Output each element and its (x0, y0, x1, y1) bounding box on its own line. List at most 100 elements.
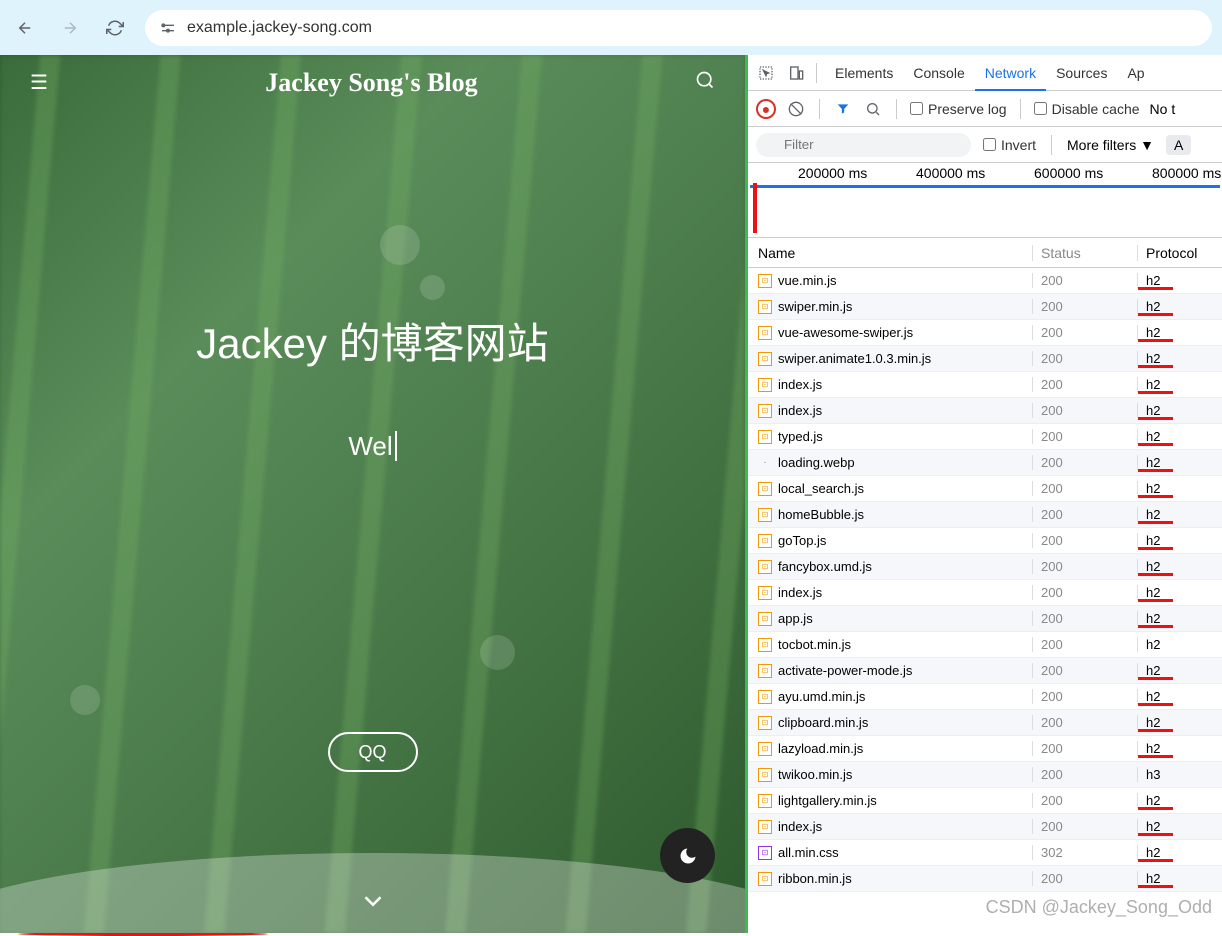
table-row[interactable]: ⊡lightgallery.min.js200h2 (748, 788, 1222, 814)
forward-button[interactable] (55, 13, 85, 43)
js-file-icon: ⊡ (758, 820, 772, 834)
dark-mode-button[interactable] (660, 828, 715, 883)
protocol-value: h2 (1138, 819, 1222, 834)
protocol-value: h2 (1138, 559, 1222, 574)
filter-toggle-icon[interactable] (833, 99, 853, 119)
table-row[interactable]: ⊡typed.js200h2 (748, 424, 1222, 450)
table-row[interactable]: ·loading.webp200h2 (748, 450, 1222, 476)
search-icon[interactable] (695, 70, 715, 96)
inspect-icon[interactable] (753, 60, 778, 85)
col-protocol[interactable]: Protocol (1138, 245, 1222, 261)
table-row[interactable]: ⊡swiper.min.js200h2 (748, 294, 1222, 320)
js-file-icon: ⊡ (758, 300, 772, 314)
tab-elements[interactable]: Elements (825, 57, 903, 89)
protocol-value: h3 (1138, 767, 1222, 782)
search-icon[interactable] (863, 99, 883, 119)
all-filter[interactable]: A (1166, 135, 1191, 155)
table-row[interactable]: ⊡ayu.umd.min.js200h2 (748, 684, 1222, 710)
js-file-icon: ⊡ (758, 638, 772, 652)
protocol-value: h2 (1138, 637, 1222, 652)
table-header: Name Status Protocol (748, 238, 1222, 268)
table-row[interactable]: ⊡ribbon.min.js200h2 (748, 866, 1222, 892)
file-name: clipboard.min.js (778, 715, 868, 730)
more-filters-button[interactable]: More filters ▼ (1067, 137, 1154, 153)
reload-button[interactable] (100, 13, 130, 43)
preserve-log-checkbox[interactable]: Preserve log (910, 101, 1007, 117)
js-file-icon: ⊡ (758, 872, 772, 886)
file-name: loading.webp (778, 455, 855, 470)
device-icon[interactable] (783, 60, 808, 85)
protocol-value: h2 (1138, 611, 1222, 626)
table-row[interactable]: ⊡local_search.js200h2 (748, 476, 1222, 502)
table-row[interactable]: ⊡fancybox.umd.js200h2 (748, 554, 1222, 580)
status-value: 200 (1033, 351, 1138, 366)
table-row[interactable]: ⊡index.js200h2 (748, 372, 1222, 398)
file-name: app.js (778, 611, 813, 626)
hero-title: Jackey 的博客网站 (0, 310, 745, 371)
record-icon[interactable]: ● (756, 99, 776, 119)
file-name: swiper.animate1.0.3.min.js (778, 351, 931, 366)
protocol-value: h2 (1138, 325, 1222, 340)
protocol-value: h2 (1138, 533, 1222, 548)
table-row[interactable]: ⊡all.min.css302h2 (748, 840, 1222, 866)
file-name: tocbot.min.js (778, 637, 851, 652)
table-row[interactable]: ⊡activate-power-mode.js200h2 (748, 658, 1222, 684)
invert-checkbox[interactable]: Invert (983, 137, 1036, 153)
js-file-icon: ⊡ (758, 716, 772, 730)
timeline-label: 600000 ms (1034, 165, 1103, 181)
table-row[interactable]: ⊡clipboard.min.js200h2 (748, 710, 1222, 736)
table-row[interactable]: ⊡index.js200h2 (748, 398, 1222, 424)
status-value: 200 (1033, 507, 1138, 522)
status-value: 200 (1033, 455, 1138, 470)
tab-ap[interactable]: Ap (1117, 57, 1154, 89)
qq-button[interactable]: QQ (328, 732, 418, 772)
protocol-value: h2 (1138, 663, 1222, 678)
page-content: ☰ Jackey Song's Blog Jackey 的博客网站 Wel QQ (0, 55, 745, 933)
protocol-value: h2 (1138, 273, 1222, 288)
col-name[interactable]: Name (748, 245, 1033, 261)
tab-sources[interactable]: Sources (1046, 57, 1117, 89)
tab-console[interactable]: Console (903, 57, 974, 89)
table-row[interactable]: ⊡tocbot.min.js200h2 (748, 632, 1222, 658)
status-value: 200 (1033, 793, 1138, 808)
table-row[interactable]: ⊡app.js200h2 (748, 606, 1222, 632)
back-button[interactable] (10, 13, 40, 43)
table-row[interactable]: ⊡lazyload.min.js200h2 (748, 736, 1222, 762)
table-row[interactable]: ⊡goTop.js200h2 (748, 528, 1222, 554)
js-file-icon: ⊡ (758, 768, 772, 782)
status-value: 200 (1033, 715, 1138, 730)
disable-cache-checkbox[interactable]: Disable cache (1034, 101, 1140, 117)
scroll-down-icon[interactable] (358, 886, 388, 923)
tab-network[interactable]: Network (975, 57, 1046, 91)
js-file-icon: ⊡ (758, 586, 772, 600)
protocol-value: h2 (1138, 741, 1222, 756)
js-file-icon: ⊡ (758, 690, 772, 704)
file-name: ayu.umd.min.js (778, 689, 865, 704)
protocol-value: h2 (1138, 299, 1222, 314)
table-row[interactable]: ⊡index.js200h2 (748, 814, 1222, 840)
js-file-icon: ⊡ (758, 534, 772, 548)
table-row[interactable]: ⊡swiper.animate1.0.3.min.js200h2 (748, 346, 1222, 372)
col-status[interactable]: Status (1033, 245, 1138, 261)
clear-icon[interactable] (786, 99, 806, 119)
js-file-icon: ⊡ (758, 378, 772, 392)
menu-icon[interactable]: ☰ (30, 70, 48, 95)
table-row[interactable]: ⊡twikoo.min.js200h3 (748, 762, 1222, 788)
table-row[interactable]: ⊡vue.min.js200h2 (748, 268, 1222, 294)
status-value: 200 (1033, 481, 1138, 496)
table-row[interactable]: ⊡homeBubble.js200h2 (748, 502, 1222, 528)
filter-input[interactable] (756, 133, 971, 157)
site-settings-icon[interactable] (157, 17, 179, 39)
url-bar[interactable]: example.jackey-song.com (145, 10, 1212, 46)
table-row[interactable]: ⊡vue-awesome-swiper.js200h2 (748, 320, 1222, 346)
status-value: 200 (1033, 533, 1138, 548)
file-name: fancybox.umd.js (778, 559, 872, 574)
file-name: index.js (778, 377, 822, 392)
network-timeline[interactable]: 200000 ms400000 ms600000 ms800000 ms (748, 163, 1222, 238)
table-row[interactable]: ⊡index.js200h2 (748, 580, 1222, 606)
throttling-label[interactable]: No t (1150, 101, 1176, 117)
file-name: index.js (778, 403, 822, 418)
protocol-value: h2 (1138, 429, 1222, 444)
status-value: 200 (1033, 611, 1138, 626)
js-file-icon: ⊡ (758, 482, 772, 496)
